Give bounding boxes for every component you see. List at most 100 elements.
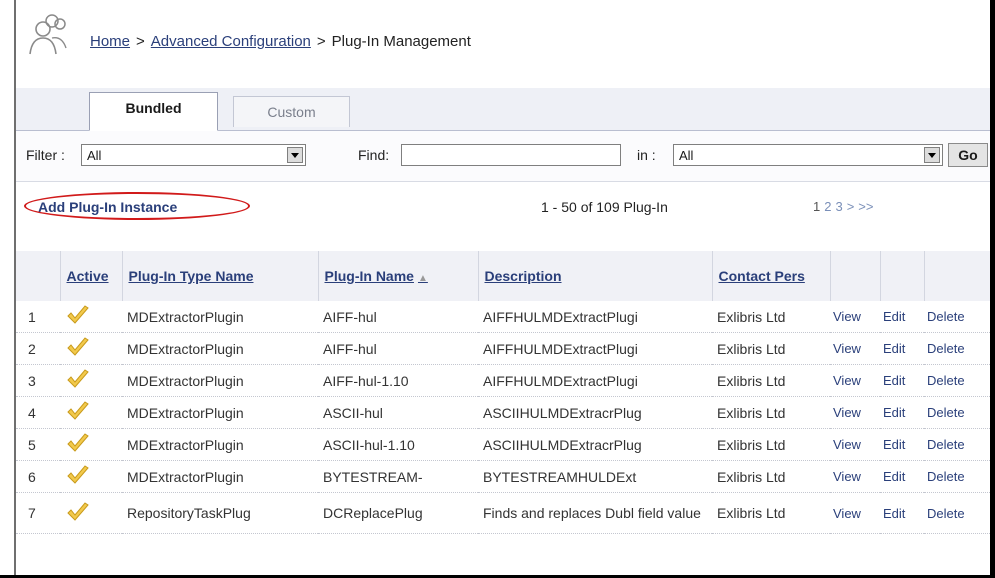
column-header-edit: [880, 251, 925, 301]
plugin-name-cell: DCReplacePlug: [318, 492, 478, 534]
check-icon: [67, 369, 89, 388]
edit-link[interactable]: Edit: [880, 364, 924, 397]
row-index: 4: [16, 396, 60, 429]
row-index: 6: [16, 460, 60, 493]
plugin-name-cell: AIFF-hul: [318, 332, 478, 365]
active-cell: [60, 301, 122, 333]
description-cell: BYTESTREAMHULDExt: [478, 460, 712, 493]
description-cell: AIFFHULMDExtractPlugi: [478, 301, 712, 333]
table-row: 4 MDExtractorPlugin ASCII-hul ASCIIHULMDExt…: [16, 396, 990, 429]
add-plugin-instance-link[interactable]: Add Plug-In Instance: [38, 199, 177, 215]
breadcrumb-home-link[interactable]: Home: [90, 33, 130, 50]
tab-bar: Bundled Custom: [16, 88, 990, 131]
contact-cell: Exlibris Ltd: [712, 460, 830, 493]
column-header-plugin-name[interactable]: Plug-In Name ▲: [318, 251, 479, 301]
results-count: 1 - 50 of 109 Plug-In: [541, 199, 668, 215]
view-link[interactable]: View: [830, 364, 880, 397]
filter-select[interactable]: All: [81, 144, 306, 166]
edit-link[interactable]: Edit: [880, 492, 924, 534]
plugin-type-cell: MDExtractorPlugin: [122, 460, 318, 493]
description-cell: Finds and replaces Dubl field value: [478, 492, 712, 534]
edit-link[interactable]: Edit: [880, 460, 924, 493]
delete-link[interactable]: Delete: [924, 364, 990, 397]
delete-link[interactable]: Delete: [924, 428, 990, 461]
find-input[interactable]: [401, 144, 621, 166]
plugin-type-cell: MDExtractorPlugin: [122, 428, 318, 461]
users-icon: [29, 14, 67, 55]
plugin-name-cell: AIFF-hul-1.10: [318, 364, 478, 397]
check-icon: [67, 465, 89, 484]
check-icon: [67, 401, 89, 420]
column-header-view: [830, 251, 881, 301]
pagination: 1 2 3 > >>: [813, 199, 877, 214]
column-header-contact-person[interactable]: Contact Pers: [712, 251, 831, 301]
description-cell: AIFFHULMDExtractPlugi: [478, 332, 712, 365]
in-label: in :: [637, 147, 656, 163]
active-cell: [60, 460, 122, 493]
tab-bundled[interactable]: Bundled: [89, 92, 218, 131]
view-link[interactable]: View: [830, 492, 880, 534]
page-next[interactable]: >: [847, 199, 855, 214]
active-cell: [60, 428, 122, 461]
tab-custom[interactable]: Custom: [233, 96, 350, 127]
plugin-name-cell: AIFF-hul: [318, 301, 478, 333]
row-index: 5: [16, 428, 60, 461]
check-icon: [67, 433, 89, 452]
plugin-name-cell: BYTESTREAM-: [318, 460, 478, 493]
contact-cell: Exlibris Ltd: [712, 396, 830, 429]
page-last[interactable]: >>: [858, 199, 873, 214]
column-header-active[interactable]: Active: [60, 251, 123, 301]
column-header-plugin-type-name[interactable]: Plug-In Type Name: [122, 251, 319, 301]
in-select-value: All: [679, 148, 694, 163]
plugin-type-cell: MDExtractorPlugin: [122, 396, 318, 429]
right-frame-border: [990, 0, 995, 578]
page-3[interactable]: 3: [835, 199, 842, 214]
page-2[interactable]: 2: [824, 199, 831, 214]
plugin-name-cell: ASCII-hul-1.10: [318, 428, 478, 461]
sort-asc-icon: ▲: [417, 273, 428, 284]
view-link[interactable]: View: [830, 332, 880, 365]
plugin-name-cell: ASCII-hul: [318, 396, 478, 429]
breadcrumb-advanced-config-link[interactable]: Advanced Configuration: [151, 33, 311, 50]
delete-link[interactable]: Delete: [924, 460, 990, 493]
edit-link[interactable]: Edit: [880, 332, 924, 365]
table-header-row: Active Plug-In Type Name Plug-In Name ▲ D…: [16, 251, 991, 301]
contact-cell: Exlibris Ltd: [712, 332, 830, 365]
filter-select-value: All: [87, 148, 102, 163]
in-select[interactable]: All: [673, 144, 943, 166]
table-row: 6 MDExtractorPlugin BYTESTREAM- BYTESTREAMH…: [16, 460, 990, 493]
delete-link[interactable]: Delete: [924, 332, 990, 365]
dropdown-arrow-icon[interactable]: [287, 147, 303, 163]
edit-link[interactable]: Edit: [880, 301, 924, 333]
check-icon: [67, 501, 89, 521]
view-link[interactable]: View: [830, 301, 880, 333]
row-index: 7: [16, 492, 60, 534]
view-link[interactable]: View: [830, 428, 880, 461]
column-header-description[interactable]: Description: [478, 251, 713, 301]
view-link[interactable]: View: [830, 396, 880, 429]
row-index: 1: [16, 301, 60, 333]
plugin-name-header-label: Plug-In Name: [324, 268, 414, 284]
column-header-index: [16, 251, 61, 301]
check-icon: [67, 337, 89, 356]
edit-link[interactable]: Edit: [880, 428, 924, 461]
page-1[interactable]: 1: [813, 199, 820, 214]
go-button[interactable]: Go: [948, 143, 988, 167]
table-row: 1 MDExtractorPlugin AIFF-hul AIFFHULMDExtra…: [16, 301, 990, 333]
view-link[interactable]: View: [830, 460, 880, 493]
dropdown-arrow-icon[interactable]: [924, 147, 940, 163]
table-row: 3 MDExtractorPlugin AIFF-hul-1.10 AIFFHULMD…: [16, 364, 990, 397]
active-cell: [60, 332, 122, 365]
delete-link[interactable]: Delete: [924, 396, 990, 429]
plugin-type-cell: MDExtractorPlugin: [122, 332, 318, 365]
table-row: 2 MDExtractorPlugin AIFF-hul AIFFHULMDExtra…: [16, 332, 990, 365]
active-cell: [60, 396, 122, 429]
breadcrumb-separator: >: [316, 33, 326, 50]
filter-bar: Filter : All Find: in : All Go: [16, 131, 990, 182]
table-row: 7 RepositoryTaskPlug DCReplacePlug Finds an…: [16, 492, 990, 534]
row-index: 3: [16, 364, 60, 397]
delete-link[interactable]: Delete: [924, 492, 990, 534]
edit-link[interactable]: Edit: [880, 396, 924, 429]
description-cell: ASCIIHULMDExtracrPlug: [478, 396, 712, 429]
delete-link[interactable]: Delete: [924, 301, 990, 333]
